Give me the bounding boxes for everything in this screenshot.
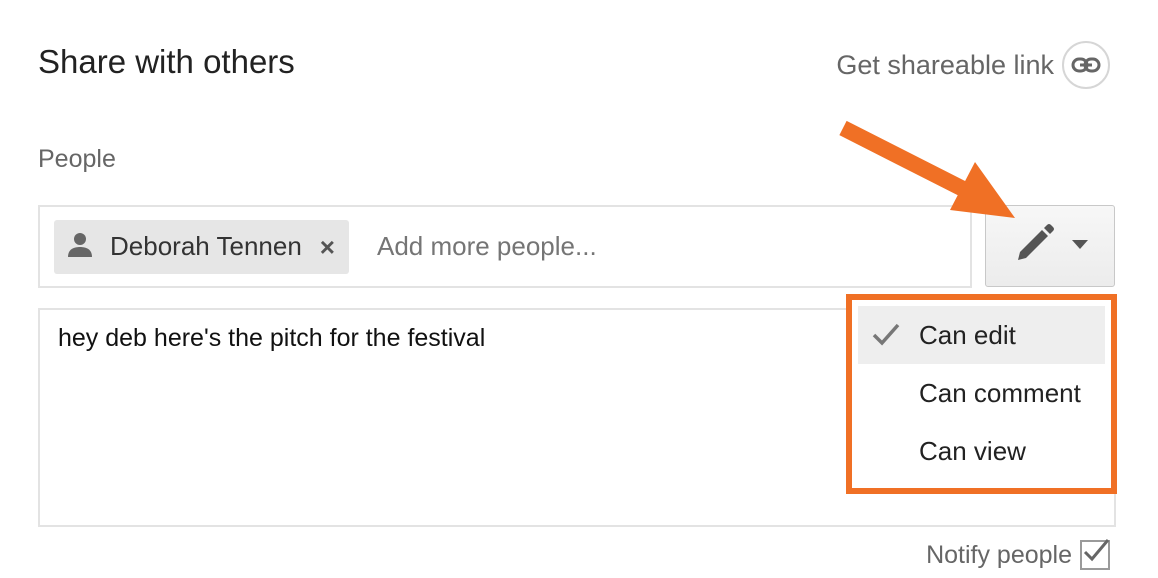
people-label: People: [38, 145, 116, 173]
shareable-link-label: Get shareable link: [836, 49, 1054, 80]
recipient-name: Deborah Tennen: [110, 231, 302, 261]
checkmark-icon: [872, 322, 900, 351]
people-input-box: Deborah Tennen ×: [38, 205, 970, 288]
menu-item-label: Can comment: [919, 377, 1081, 408]
menu-item-label: Can edit: [919, 319, 1016, 350]
remove-recipient-icon[interactable]: ×: [320, 234, 335, 260]
menu-item-can-comment[interactable]: Can comment: [858, 364, 1105, 422]
menu-item-can-edit[interactable]: Can edit: [858, 306, 1105, 364]
notify-checkbox[interactable]: [1080, 539, 1110, 570]
annotation-arrow: [839, 120, 1015, 218]
notify-people-option: Notify people: [926, 539, 1110, 570]
menu-item-can-view[interactable]: Can view: [858, 422, 1105, 480]
permission-menu: Can edit Can comment Can view: [846, 294, 1117, 494]
person-icon: [66, 230, 94, 263]
recipient-chip: Deborah Tennen ×: [54, 219, 349, 274]
checkmark-icon: [1083, 539, 1110, 562]
dialog-title: Share with others: [38, 43, 295, 80]
share-dialog: Share with others Get shareable link Peo…: [0, 0, 1158, 578]
caret-down-icon: [1072, 237, 1088, 255]
menu-item-label: Can view: [919, 435, 1026, 466]
get-shareable-link-button[interactable]: Get shareable link: [836, 38, 1110, 92]
add-people-input[interactable]: [374, 230, 919, 263]
notify-label: Notify people: [926, 540, 1072, 569]
link-icon: [1062, 41, 1110, 89]
